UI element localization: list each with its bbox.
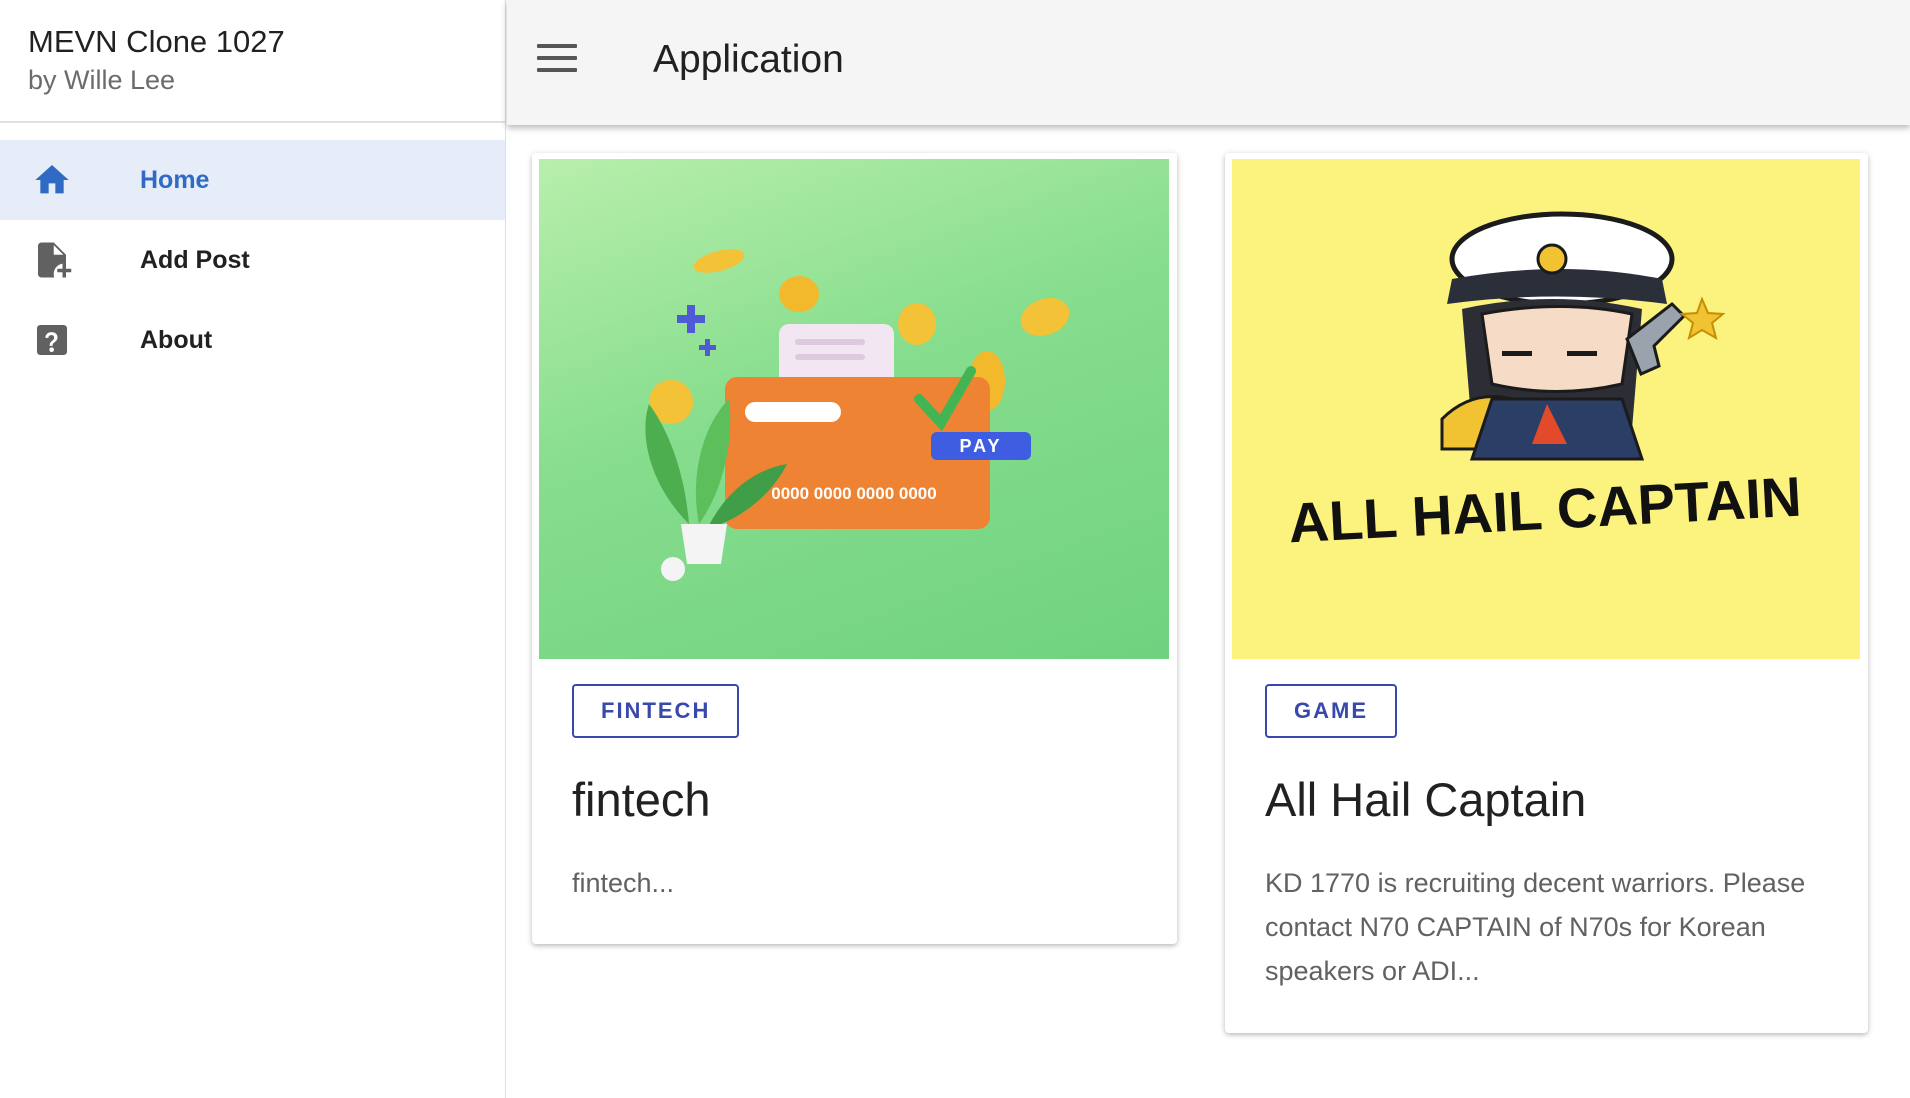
post-image[interactable]: PAY 0000 0000 0000 0000 — [539, 159, 1169, 659]
drawer-header: MEVN Clone 1027 by Wille Lee — [0, 0, 505, 123]
nav-item-label: Add Post — [140, 245, 250, 274]
page-title: Application — [653, 38, 844, 81]
navigation-drawer: MEVN Clone 1027 by Wille Lee Home Add Po… — [0, 0, 506, 1098]
post-excerpt: fintech... — [572, 868, 675, 898]
home-icon — [31, 159, 73, 201]
post-card[interactable]: ALL HAIL CAPTAIN GAME All Hail Captain K… — [1225, 153, 1868, 1033]
post-title[interactable]: fintech — [572, 772, 710, 827]
app-author: by Wille Lee — [28, 65, 176, 95]
nav-item-about[interactable]: About — [0, 300, 505, 380]
post-excerpt: KD 1770 is recruiting decent warriors. P… — [1265, 868, 1806, 986]
nav-item-home[interactable]: Home — [0, 140, 505, 220]
app-bar: Application — [507, 0, 1910, 125]
post-image[interactable]: ALL HAIL CAPTAIN — [1232, 159, 1860, 659]
nav-item-label: About — [140, 325, 213, 354]
help-box-icon — [31, 319, 73, 361]
post-grid: PAY 0000 0000 0000 0000 FINTECH fintech … — [507, 125, 1910, 1098]
category-chip[interactable]: GAME — [1265, 684, 1397, 738]
logo-text: ALL HAIL CAPTAIN — [1287, 465, 1803, 555]
captain-logo-illustration: ALL HAIL CAPTAIN — [1287, 211, 1803, 555]
post-card[interactable]: PAY 0000 0000 0000 0000 FINTECH fintech … — [532, 153, 1177, 944]
nav-item-add-post[interactable]: Add Post — [0, 220, 505, 300]
card-number-text: 0000 0000 0000 0000 — [771, 484, 936, 503]
file-plus-icon — [31, 239, 73, 281]
app-title: MEVN Clone 1027 — [28, 24, 285, 59]
nav-item-label: Home — [140, 165, 210, 194]
fintech-illustration: PAY 0000 0000 0000 0000 — [645, 249, 1070, 581]
post-title[interactable]: All Hail Captain — [1265, 772, 1586, 827]
nav-list: Home Add Post About — [0, 123, 505, 380]
hamburger-menu-icon[interactable] — [537, 44, 577, 80]
pay-label: PAY — [959, 436, 1002, 456]
category-chip[interactable]: FINTECH — [572, 684, 740, 738]
